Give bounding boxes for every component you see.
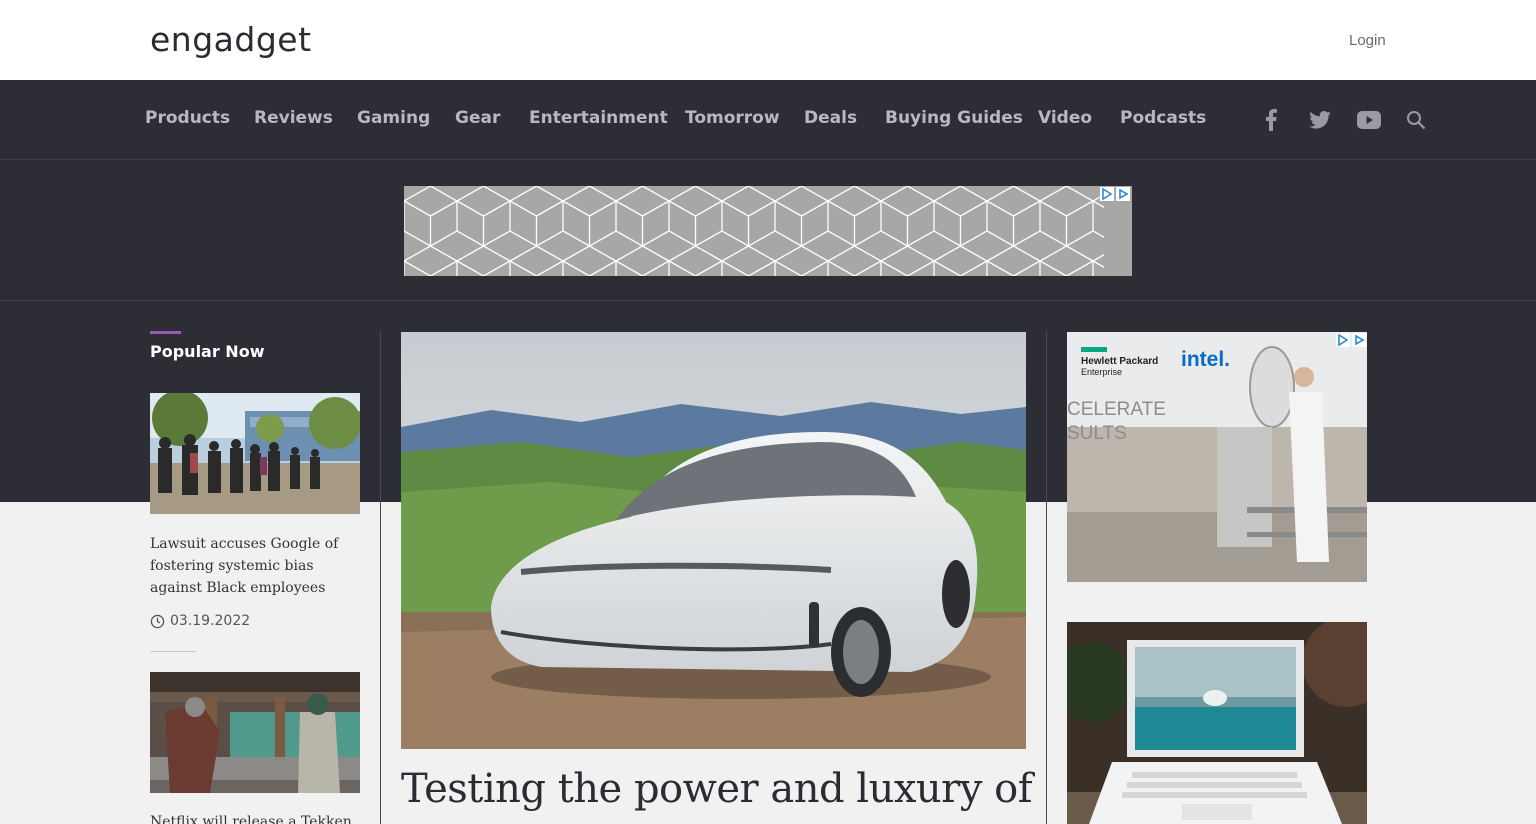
- nav-item-video[interactable]: Video: [1038, 108, 1092, 128]
- popular-headline-1[interactable]: Lawsuit accuses Google of fostering syst…: [150, 533, 360, 599]
- nav-item-gear[interactable]: Gear: [455, 108, 500, 128]
- nav-item-buying-guides[interactable]: Buying Guides: [885, 108, 1023, 128]
- facebook-icon[interactable]: [1258, 107, 1284, 133]
- nav-item-products[interactable]: Products: [145, 108, 230, 128]
- lucid-air-photo: [401, 332, 1026, 749]
- adchoices-icon[interactable]: [1336, 333, 1350, 347]
- ad-close-icon[interactable]: [1116, 187, 1130, 201]
- laptop-photo: [1067, 622, 1367, 824]
- nav-item-tomorrow[interactable]: Tomorrow: [685, 108, 780, 128]
- popular-divider: [150, 651, 196, 652]
- intel-logo: intel.: [1181, 348, 1231, 371]
- ad-text-line-2: SULTS: [1067, 423, 1127, 444]
- column-divider-left: [380, 331, 381, 824]
- popular-headline-2[interactable]: Netflix will release a Tekken: [150, 811, 360, 824]
- ad-text-line-1: CELERATE: [1067, 399, 1166, 420]
- nav-item-entertainment[interactable]: Entertainment: [529, 108, 668, 128]
- section-accent-bar: [150, 331, 181, 334]
- youtube-icon[interactable]: [1356, 107, 1382, 133]
- banner-ad-pattern: [404, 186, 1132, 276]
- top-bar: engadget Login: [0, 0, 1536, 80]
- engadget-logo[interactable]: engadget: [150, 22, 312, 58]
- nav-item-gaming[interactable]: Gaming: [357, 108, 430, 128]
- tekken-anime-still: [150, 672, 360, 793]
- nav-item-reviews[interactable]: Reviews: [254, 108, 333, 128]
- hpe-logo-sub: Enterprise: [1081, 367, 1123, 377]
- popular-thumb-google[interactable]: [150, 393, 360, 514]
- nav-item-podcasts[interactable]: Podcasts: [1120, 108, 1206, 128]
- ad-close-icon[interactable]: [1352, 333, 1366, 347]
- hero-image[interactable]: [401, 332, 1026, 749]
- adchoices-icon[interactable]: [1100, 187, 1114, 201]
- date-text: 03.19.2022: [170, 613, 251, 629]
- popular-thumb-tekken[interactable]: [150, 672, 360, 793]
- popular-now-heading: Popular Now: [150, 342, 265, 361]
- laptop-story-image[interactable]: [1067, 622, 1367, 824]
- sidebar-ad[interactable]: Hewlett Packard Enterprise intel. CELERA…: [1067, 332, 1367, 582]
- hpe-logo: Hewlett Packard: [1081, 356, 1159, 367]
- google-protest-photo: [150, 393, 360, 514]
- login-link[interactable]: Login: [1349, 32, 1386, 49]
- nav-item-deals[interactable]: Deals: [804, 108, 857, 128]
- clock-icon: [150, 614, 165, 628]
- popular-date-1: 03.19.2022: [150, 613, 250, 629]
- twitter-icon[interactable]: [1307, 107, 1333, 133]
- banner-ad[interactable]: [404, 186, 1132, 276]
- column-divider-right: [1046, 331, 1047, 824]
- search-icon[interactable]: [1403, 107, 1429, 133]
- hero-headline[interactable]: Testing the power and luxury of: [401, 766, 1033, 812]
